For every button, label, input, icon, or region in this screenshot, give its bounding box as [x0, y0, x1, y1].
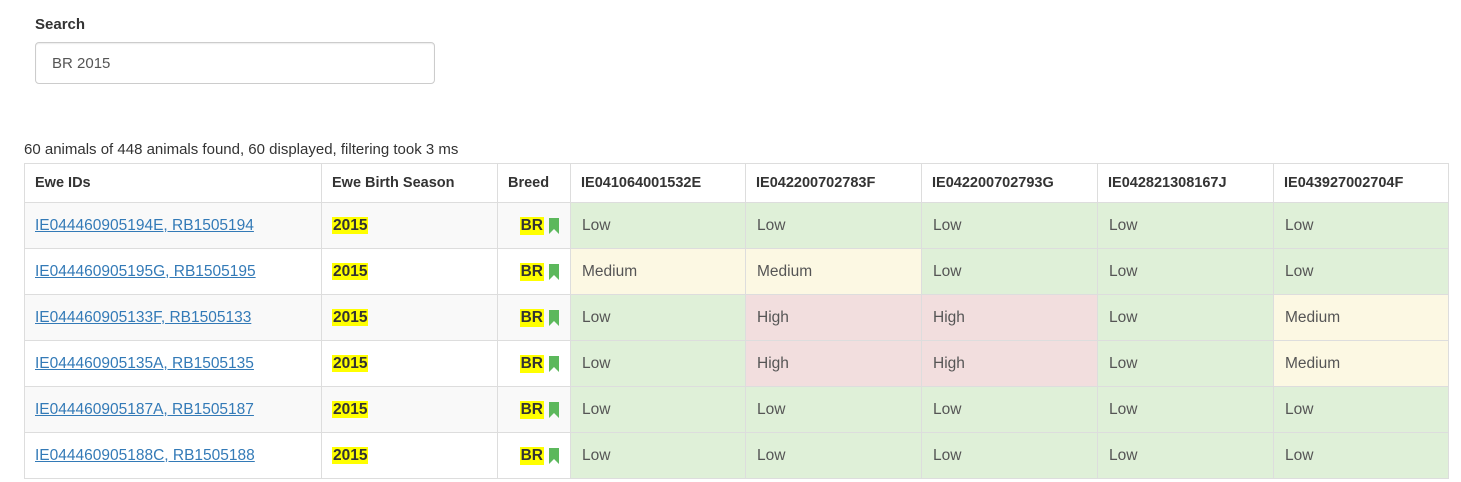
- table-row: IE044460905135A, RB1505135 2015 BR Low High H…: [24, 340, 1449, 387]
- table-row: IE044460905195G, RB1505195 2015 BR Medium Me…: [24, 248, 1449, 295]
- level-cell: Medium: [745, 248, 922, 295]
- level-cell: Low: [570, 294, 746, 341]
- level-cell: Low: [1273, 386, 1449, 433]
- table-row: IE044460905194E, RB1505194 2015 BR Low Low Lo…: [24, 202, 1449, 249]
- results-table: Ewe IDs Ewe Birth Season Breed IE0410640…: [24, 163, 1449, 479]
- ewe-ids-link[interactable]: IE044460905194E, RB1505194: [35, 217, 254, 234]
- level-cell: Low: [570, 202, 746, 249]
- level-cell: Low: [1097, 340, 1274, 387]
- birth-season-cell: 2015: [321, 248, 498, 295]
- breed-cell: BR: [497, 386, 571, 433]
- search-block: Search: [35, 16, 435, 84]
- ewe-ids-link[interactable]: IE044460905188C, RB1505188: [35, 447, 255, 464]
- search-highlight: 2015: [332, 216, 369, 234]
- search-label: Search: [35, 16, 86, 33]
- ewe-ids-cell: IE044460905188C, RB1505188: [24, 432, 322, 479]
- search-highlight: BR: [519, 216, 544, 235]
- level-cell: Low: [921, 386, 1098, 433]
- level-cell: Low: [570, 386, 746, 433]
- level-cell: High: [921, 294, 1098, 341]
- birth-season-cell: 2015: [321, 294, 498, 341]
- search-highlight: 2015: [332, 446, 369, 464]
- level-cell: Low: [570, 340, 746, 387]
- breed-cell: BR: [497, 340, 571, 387]
- search-highlight: BR: [519, 446, 544, 465]
- column-header[interactable]: IE041064001532E: [570, 163, 746, 203]
- level-cell: Low: [1273, 432, 1449, 479]
- table-header-row: Ewe IDs Ewe Birth Season Breed IE0410640…: [24, 163, 1449, 203]
- results-summary: 60 animals of 448 animals found, 60 disp…: [24, 141, 459, 158]
- table-row: IE044460905188C, RB1505188 2015 BR Low Low Lo…: [24, 432, 1449, 479]
- ewe-ids-link[interactable]: IE044460905187A, RB1505187: [35, 401, 254, 418]
- level-cell: Low: [1097, 386, 1274, 433]
- level-cell: High: [921, 340, 1098, 387]
- level-cell: Medium: [570, 248, 746, 295]
- ewe-ids-cell: IE044460905187A, RB1505187: [24, 386, 322, 433]
- level-cell: Low: [1273, 248, 1449, 295]
- birth-season-cell: 2015: [321, 432, 498, 479]
- breed-cell: BR: [497, 248, 571, 295]
- level-cell: Low: [1273, 202, 1449, 249]
- bookmark-icon: [549, 309, 559, 326]
- breed-cell: BR: [497, 432, 571, 479]
- column-header[interactable]: IE042200702793G: [921, 163, 1098, 203]
- birth-season-cell: 2015: [321, 340, 498, 387]
- level-cell: Low: [1097, 294, 1274, 341]
- column-header[interactable]: IE042200702783F: [745, 163, 922, 203]
- breed-cell: BR: [497, 294, 571, 341]
- birth-season-cell: 2015: [321, 202, 498, 249]
- ewe-ids-link[interactable]: IE044460905133F, RB1505133: [35, 309, 251, 326]
- table-row: IE044460905187A, RB1505187 2015 BR Low Low Lo…: [24, 386, 1449, 433]
- ewe-ids-cell: IE044460905133F, RB1505133: [24, 294, 322, 341]
- level-cell: Low: [570, 432, 746, 479]
- level-cell: Low: [1097, 248, 1274, 295]
- ewe-ids-cell: IE044460905195G, RB1505195: [24, 248, 322, 295]
- level-cell: High: [745, 294, 922, 341]
- level-cell: Low: [921, 432, 1098, 479]
- level-cell: Low: [745, 432, 922, 479]
- level-cell: Low: [921, 202, 1098, 249]
- level-cell: Low: [1097, 432, 1274, 479]
- bookmark-icon: [549, 447, 559, 464]
- bookmark-icon: [549, 355, 559, 372]
- search-highlight: BR: [519, 400, 544, 419]
- level-cell: Medium: [1273, 340, 1449, 387]
- ewe-ids-cell: IE044460905135A, RB1505135: [24, 340, 322, 387]
- bookmark-icon: [549, 263, 559, 280]
- level-cell: Low: [745, 202, 922, 249]
- table-row: IE044460905133F, RB1505133 2015 BR Low High H…: [24, 294, 1449, 341]
- bookmark-icon: [549, 217, 559, 234]
- level-cell: Low: [921, 248, 1098, 295]
- ewe-ids-link[interactable]: IE044460905135A, RB1505135: [35, 355, 254, 372]
- column-header[interactable]: Ewe IDs: [24, 163, 322, 203]
- level-cell: High: [745, 340, 922, 387]
- column-header[interactable]: IE042821308167J: [1097, 163, 1274, 203]
- level-cell: Low: [745, 386, 922, 433]
- table-body: IE044460905194E, RB1505194 2015 BR Low Low Lo…: [24, 202, 1449, 479]
- level-cell: Low: [1097, 202, 1274, 249]
- search-highlight: BR: [519, 262, 544, 281]
- level-cell: Medium: [1273, 294, 1449, 341]
- search-highlight: 2015: [332, 308, 369, 326]
- ewe-ids-link[interactable]: IE044460905195G, RB1505195: [35, 263, 256, 280]
- bookmark-icon: [549, 401, 559, 418]
- search-highlight: BR: [519, 308, 544, 327]
- ewe-ids-cell: IE044460905194E, RB1505194: [24, 202, 322, 249]
- birth-season-cell: 2015: [321, 386, 498, 433]
- search-highlight: BR: [519, 354, 544, 373]
- search-highlight: 2015: [332, 354, 369, 372]
- search-input[interactable]: [35, 42, 435, 84]
- column-header[interactable]: Ewe Birth Season: [321, 163, 498, 203]
- search-highlight: 2015: [332, 262, 369, 280]
- breed-cell: BR: [497, 202, 571, 249]
- search-highlight: 2015: [332, 400, 369, 418]
- column-header[interactable]: Breed: [497, 163, 571, 203]
- column-header[interactable]: IE043927002704F: [1273, 163, 1449, 203]
